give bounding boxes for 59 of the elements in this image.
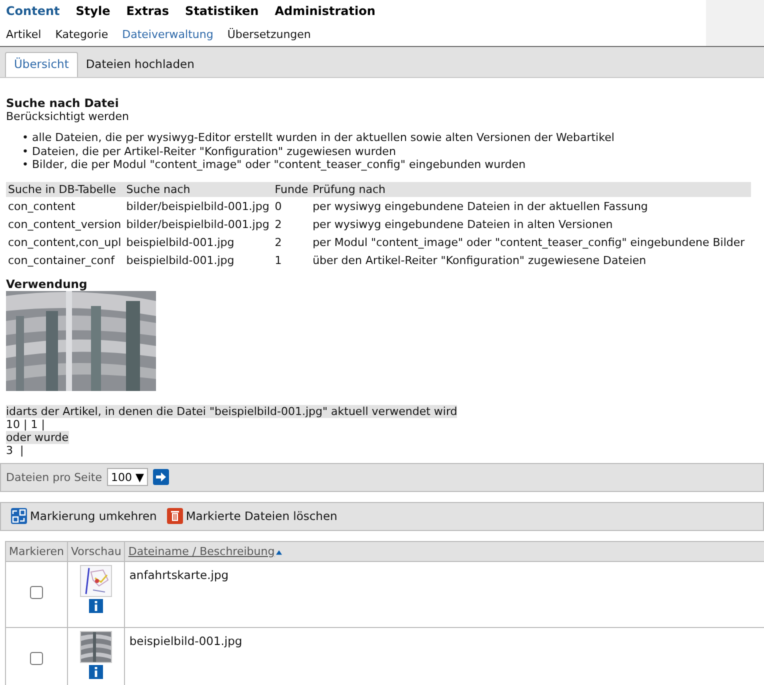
table-cell-text: per Modul "content_image" oder "content_teaser_config" eingebundene Bilder [312, 234, 746, 250]
table-cell-text: con_container_conf [7, 252, 116, 268]
column-header: Suche nach [124, 182, 273, 196]
sort-link[interactable]: Dateiname / Beschreibung [128, 544, 275, 558]
column-header: Markieren [6, 541, 68, 561]
tab[interactable]: Dateien hochladen [78, 53, 202, 77]
submenu-item[interactable]: Übersetzungen [227, 28, 311, 40]
table-cell: per wysiwyg eingebundene Dateien in der aktuellen Fassung [310, 196, 751, 214]
table-cell-text: 1 [274, 252, 283, 268]
menu-item[interactable]: Extras [126, 4, 170, 18]
table-cell-text: con_content,con_upl [7, 234, 122, 250]
sort-ascending-icon [276, 550, 282, 554]
table-cell-text: beispielbild-001.jpg [125, 234, 236, 250]
table-cell-text: bilder/beispielbild-001.jpg [125, 216, 270, 232]
invert-selection-icon [11, 508, 27, 524]
per-page-select[interactable]: 100 ▼ [106, 468, 148, 486]
tab[interactable]: Übersicht [5, 52, 78, 77]
section-heading: Verwendung [6, 276, 88, 290]
column-header: Funde [272, 182, 311, 196]
menu-item[interactable]: Administration [274, 4, 376, 18]
bullet-item: Bilder, die per Modul "content_image" oder "content_teaser_config" eingebunden wurden [32, 158, 526, 171]
section-heading: Suche nach Datei [6, 96, 120, 110]
info-icon[interactable] [89, 598, 104, 612]
invert-selection-link[interactable]: Markierung umkehren [11, 508, 157, 524]
table-cell: con_content [6, 196, 124, 214]
per-page-label: Dateien pro Seite [6, 470, 102, 484]
trash-icon [166, 508, 183, 524]
side-panel [706, 0, 764, 46]
usage-text: idarts der Artikel, in denen die Datei "beispielbild-001.jpg" aktuell verwendet wird [6, 404, 458, 418]
table-cell: bilder/beispielbild-001.jpg [124, 196, 273, 214]
menu-item[interactable]: Content [6, 4, 60, 18]
bullet-marker: • [22, 158, 30, 172]
submenu-item[interactable]: Kategorie [55, 28, 108, 40]
delete-selected-link[interactable]: Markierte Dateien löschen [166, 508, 338, 524]
bullet-item: alle Dateien, die per wysiwyg-Editor erstellt wurden in der aktuellen sowie alten Versionen der Webartikel [32, 131, 614, 144]
bullet-marker: • [22, 131, 30, 144]
table-cell-text: 2 [274, 216, 283, 232]
column-header: Prüfung nach [310, 182, 751, 196]
article-ids: 3 | [6, 444, 25, 456]
menu-item[interactable]: Statistiken [185, 4, 259, 18]
table-cell-text: beispielbild-001.jpg [125, 252, 236, 268]
column-header: Suche in DB-Tabelle [6, 182, 124, 196]
table-cell: 0 [272, 196, 311, 214]
checkbox[interactable] [30, 586, 43, 599]
table-cell-text: con_content_version [7, 216, 122, 232]
intro-text: Berücksichtigt werden [6, 110, 130, 123]
column-header: Vorschau [67, 541, 125, 561]
table-cell-text: 2 [274, 234, 283, 250]
info-icon[interactable] [89, 664, 104, 678]
checkbox[interactable] [30, 652, 43, 665]
table-cell-text: per wysiwyg eingebundene Dateien in alten Versionen [312, 216, 614, 232]
bullet-marker: • [22, 144, 30, 158]
table-cell-text: über den Artikel-Reiter "Konfiguration" zugewiesene Dateien [312, 252, 648, 268]
usage-text: oder wurde [6, 430, 69, 444]
article-ids: 10 | 1 | [6, 418, 46, 430]
submenu-item[interactable]: Dateiverwaltung [122, 28, 214, 40]
bullet-item: Dateien, die per Artikel-Reiter "Konfiguration" zugewiesen wurden [32, 144, 396, 158]
menu-item[interactable]: Style [76, 4, 110, 18]
submenu-item[interactable]: Artikel [6, 28, 42, 40]
